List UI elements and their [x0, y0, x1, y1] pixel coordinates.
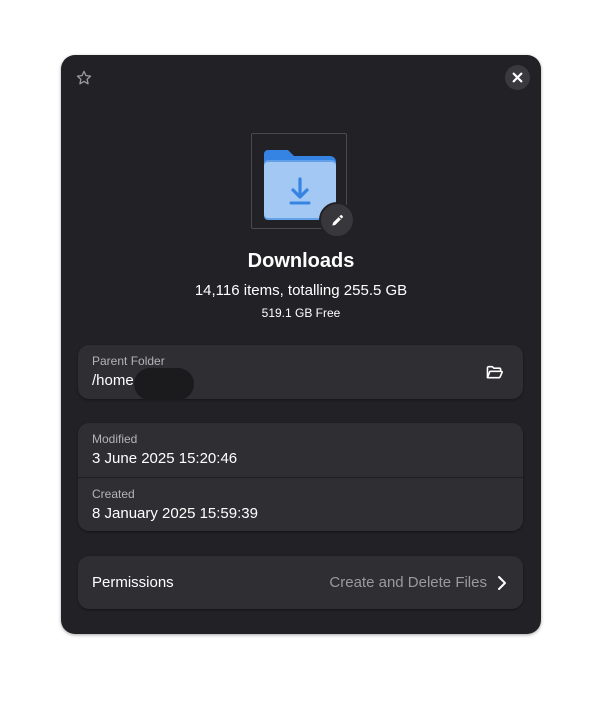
parent-folder-label: Parent Folder — [92, 354, 165, 368]
row-divider — [78, 477, 523, 478]
file-summary: 14,116 items, totalling 255.5 GB — [194, 282, 408, 299]
star-button[interactable] — [73, 67, 95, 89]
modified-value: 3 June 2025 15:20:46 — [92, 450, 238, 467]
modified-label: Modified — [92, 432, 138, 446]
chevron-right-icon — [498, 576, 506, 590]
redaction-mark — [134, 368, 194, 400]
permissions-value: Create and Delete Files — [329, 574, 487, 591]
parent-folder-card[interactable]: Parent Folder /home — [78, 345, 523, 400]
parent-folder-value: /home — [92, 372, 134, 389]
file-name: Downloads — [247, 250, 355, 272]
open-parent-folder-button[interactable] — [483, 361, 505, 383]
created-label: Created — [92, 487, 135, 501]
permissions-row[interactable]: Permissions Create and Delete Files — [78, 556, 523, 609]
created-value: 8 January 2025 15:59:39 — [92, 505, 258, 522]
permissions-label: Permissions — [92, 574, 174, 591]
dates-card: Modified 3 June 2025 15:20:46 Created 8 … — [78, 423, 523, 531]
free-space: 519.1 GB Free — [261, 306, 341, 320]
properties-dialog: Downloads 14,116 items, totalling 255.5 … — [61, 55, 541, 634]
close-button[interactable] — [505, 65, 530, 90]
close-icon — [512, 72, 523, 83]
pencil-icon — [331, 214, 343, 226]
star-icon — [76, 70, 92, 85]
open-folder-icon — [486, 365, 503, 378]
edit-icon-button[interactable] — [319, 202, 355, 238]
